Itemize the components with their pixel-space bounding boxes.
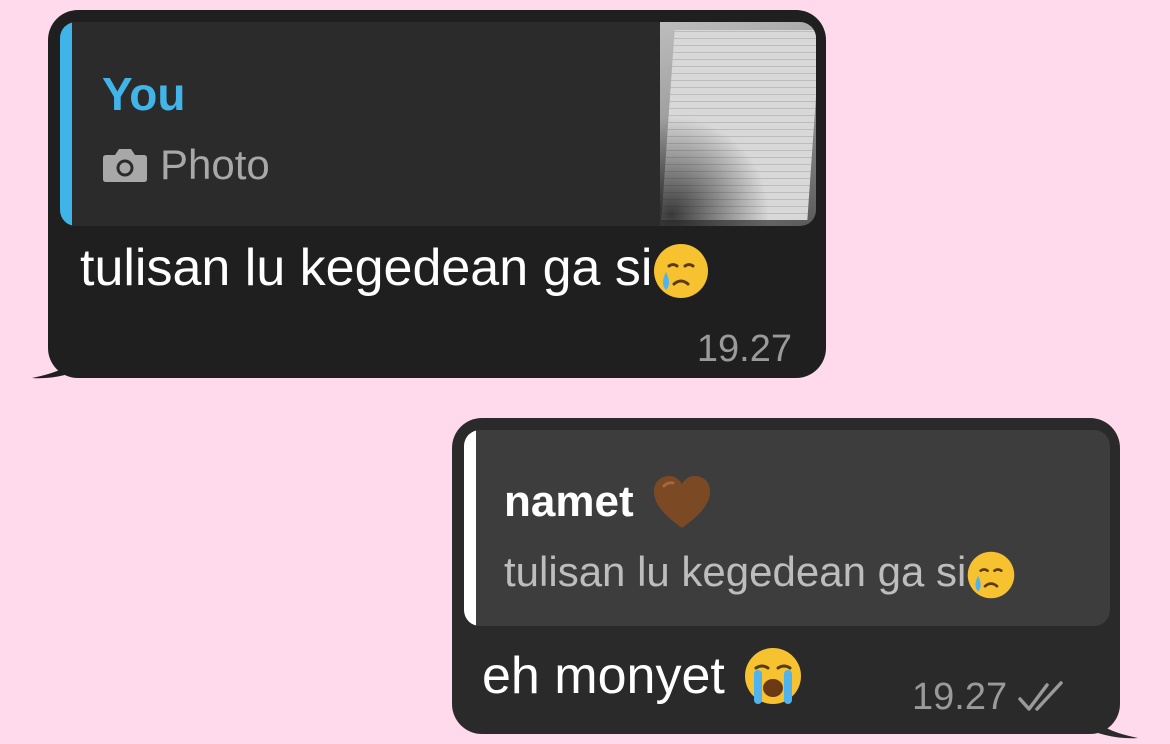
camera-icon xyxy=(103,149,147,182)
quote-text: tulisan lu kegedean ga si xyxy=(504,546,1016,600)
message-timestamp: 19.27 xyxy=(696,328,792,370)
quote-accent-bar xyxy=(60,22,72,226)
double-check-icon xyxy=(1018,681,1063,711)
message-text: eh monyet xyxy=(482,644,803,708)
quote-text-content: tulisan lu kegedean ga si xyxy=(504,548,967,595)
quote-author-name: namet xyxy=(504,477,634,526)
brown-heart-emoji xyxy=(653,476,710,528)
quote-author: You xyxy=(102,68,186,120)
quoted-message[interactable]: namet tulisan lu kegedean ga si xyxy=(464,430,1110,626)
quote-media-line: Photo xyxy=(102,140,270,190)
quote-media-label: Photo xyxy=(160,141,270,188)
quote-accent-bar xyxy=(464,430,476,626)
quoted-message[interactable]: You Photo xyxy=(60,22,816,226)
thumbnail-shadow xyxy=(660,116,770,226)
message-text-content: eh monyet xyxy=(482,647,725,705)
message-meta: 19.27 xyxy=(912,674,1073,720)
photo-thumbnail[interactable] xyxy=(660,22,816,226)
outgoing-message-bubble[interactable]: namet tulisan lu kegedean ga si eh monye… xyxy=(452,418,1120,734)
incoming-message-bubble[interactable]: You Photo tulisan lu kegedean ga si 19.2… xyxy=(48,10,826,378)
face-holding-back-tears-emoji xyxy=(966,550,1016,600)
message-timestamp: 19.27 xyxy=(912,676,1008,718)
message-text: tulisan lu kegedean ga si xyxy=(80,236,710,300)
face-holding-back-tears-emoji xyxy=(652,242,710,300)
message-text-content: tulisan lu kegedean ga si xyxy=(80,239,653,297)
loudly-crying-face-emoji xyxy=(743,646,803,706)
quote-author: namet xyxy=(504,474,712,530)
